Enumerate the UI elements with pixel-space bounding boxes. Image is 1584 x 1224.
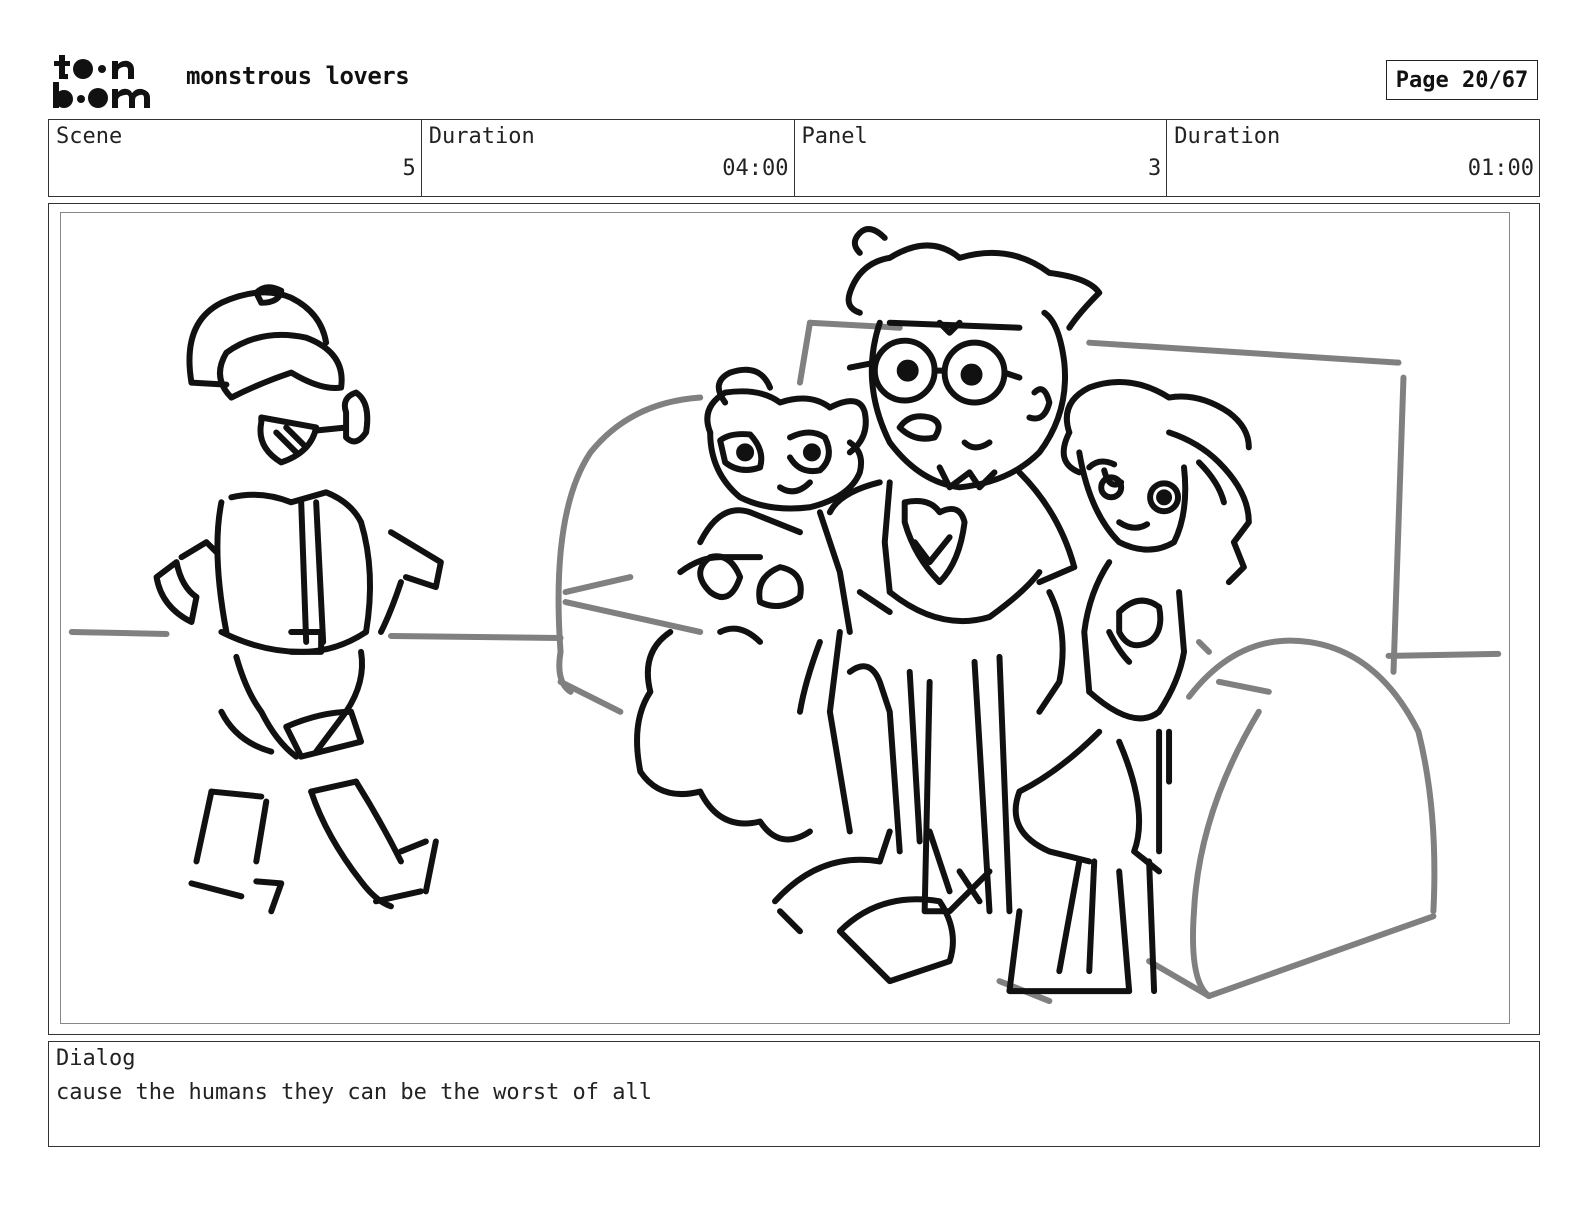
info-row: Scene 5 Duration 04:00 Panel 3 Duration … xyxy=(48,119,1540,197)
scene-cell: Scene 5 xyxy=(49,120,422,196)
toon-boom-logo-mark xyxy=(53,55,150,108)
scene-duration-value: 04:00 xyxy=(722,156,789,181)
panel-duration-value: 01:00 xyxy=(1467,156,1534,181)
page-indicator-text: Page 20/67 xyxy=(1395,67,1529,93)
project-title: monstrous lovers xyxy=(186,62,410,90)
standing-character-sketch xyxy=(153,284,444,915)
panel-duration-cell: Duration 01:00 xyxy=(1167,120,1539,196)
scene-value: 5 xyxy=(402,156,416,181)
panel-cell: Panel 3 xyxy=(795,120,1168,196)
scene-duration-label: Duration xyxy=(428,124,535,149)
storyboard-panel xyxy=(60,212,1510,1024)
scene-label: Scene xyxy=(56,124,123,149)
panel-label: Panel xyxy=(801,124,868,149)
storyboard-panel-frame xyxy=(48,203,1540,1035)
dialog-text: cause the humans they can be the worst o… xyxy=(56,1080,653,1105)
scene-duration-cell: Duration 04:00 xyxy=(422,120,795,196)
dialog-label: Dialog xyxy=(56,1046,136,1071)
panel-value: 3 xyxy=(1148,156,1162,181)
toon-boom-logo xyxy=(50,52,164,110)
seated-characters-sketch xyxy=(634,225,1252,995)
dialog-box: Dialog cause the humans they can be the … xyxy=(48,1041,1540,1147)
panel-duration-label: Duration xyxy=(1174,124,1281,149)
storyboard-sketch xyxy=(68,225,1502,1005)
page-indicator: Page 20/67 xyxy=(1386,60,1538,100)
